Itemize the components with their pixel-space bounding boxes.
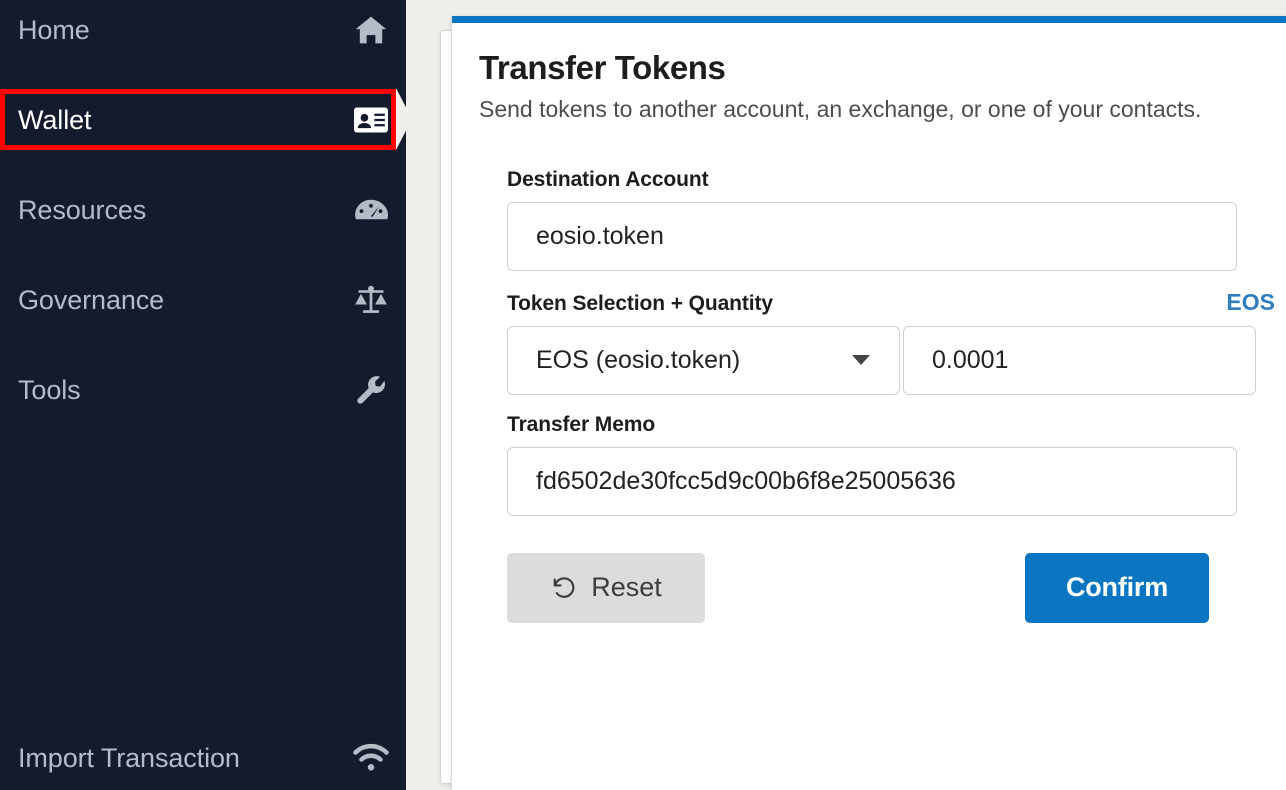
main-content: Transfer Tokens Send tokens to another a…	[406, 0, 1286, 790]
form-actions: Reset Confirm	[479, 552, 1209, 623]
sidebar-item-tools[interactable]: Tools	[0, 360, 406, 420]
sidebar-item-label: Governance	[18, 284, 165, 315]
sidebar: Home Wallet Resources Governance Tools I…	[0, 0, 412, 790]
destination-account-label: Destination Account	[507, 167, 709, 191]
token-quantity-label: Token Selection + Quantity	[507, 291, 773, 315]
gauge-icon	[352, 193, 390, 227]
token-select-value: EOS (eosio.token)	[536, 345, 741, 374]
broadcast-icon	[352, 741, 390, 775]
token-select[interactable]: EOS (eosio.token)	[507, 325, 900, 395]
scales-icon	[352, 283, 390, 317]
sidebar-item-label: Import Transaction	[18, 742, 240, 773]
sidebar-item-resources[interactable]: Resources	[0, 180, 406, 240]
sidebar-item-wallet[interactable]: Wallet	[0, 90, 406, 150]
card-accent-bar	[452, 16, 1286, 23]
transfer-memo-label: Transfer Memo	[507, 412, 656, 436]
active-item-caret	[396, 88, 412, 150]
sidebar-item-home[interactable]: Home	[0, 0, 406, 60]
reset-button[interactable]: Reset	[507, 552, 705, 623]
quantity-input[interactable]	[903, 325, 1256, 395]
sidebar-item-label: Home	[18, 14, 90, 45]
confirm-button[interactable]: Confirm	[1025, 552, 1209, 623]
sidebar-item-label: Resources	[18, 194, 147, 225]
destination-account-field: Destination Account	[507, 168, 1275, 271]
id-card-icon	[352, 103, 390, 137]
page-title: Transfer Tokens	[479, 49, 726, 86]
sidebar-item-label: Tools	[18, 374, 81, 405]
wrench-icon	[352, 373, 390, 407]
home-icon	[352, 13, 390, 47]
transfer-memo-input[interactable]	[507, 446, 1237, 516]
page-subtitle: Send tokens to another account, an excha…	[479, 95, 1202, 122]
transfer-form: Destination Account Token Selection + Qu…	[479, 168, 1275, 516]
transfer-tokens-card: Transfer Tokens Send tokens to another a…	[451, 16, 1286, 790]
sidebar-item-governance[interactable]: Governance	[0, 270, 406, 330]
undo-icon	[550, 574, 577, 601]
sidebar-item-import-transaction[interactable]: Import Transaction	[0, 728, 406, 788]
reset-button-label: Reset	[591, 572, 662, 603]
transfer-memo-field: Transfer Memo	[507, 413, 1275, 516]
token-quantity-field: Token Selection + Quantity EOS EOS (eosi…	[507, 289, 1275, 395]
destination-account-input[interactable]	[507, 201, 1237, 271]
confirm-button-label: Confirm	[1065, 572, 1169, 603]
available-balance-hint[interactable]: EOS	[1226, 289, 1275, 316]
sidebar-item-label: Wallet	[18, 104, 92, 135]
